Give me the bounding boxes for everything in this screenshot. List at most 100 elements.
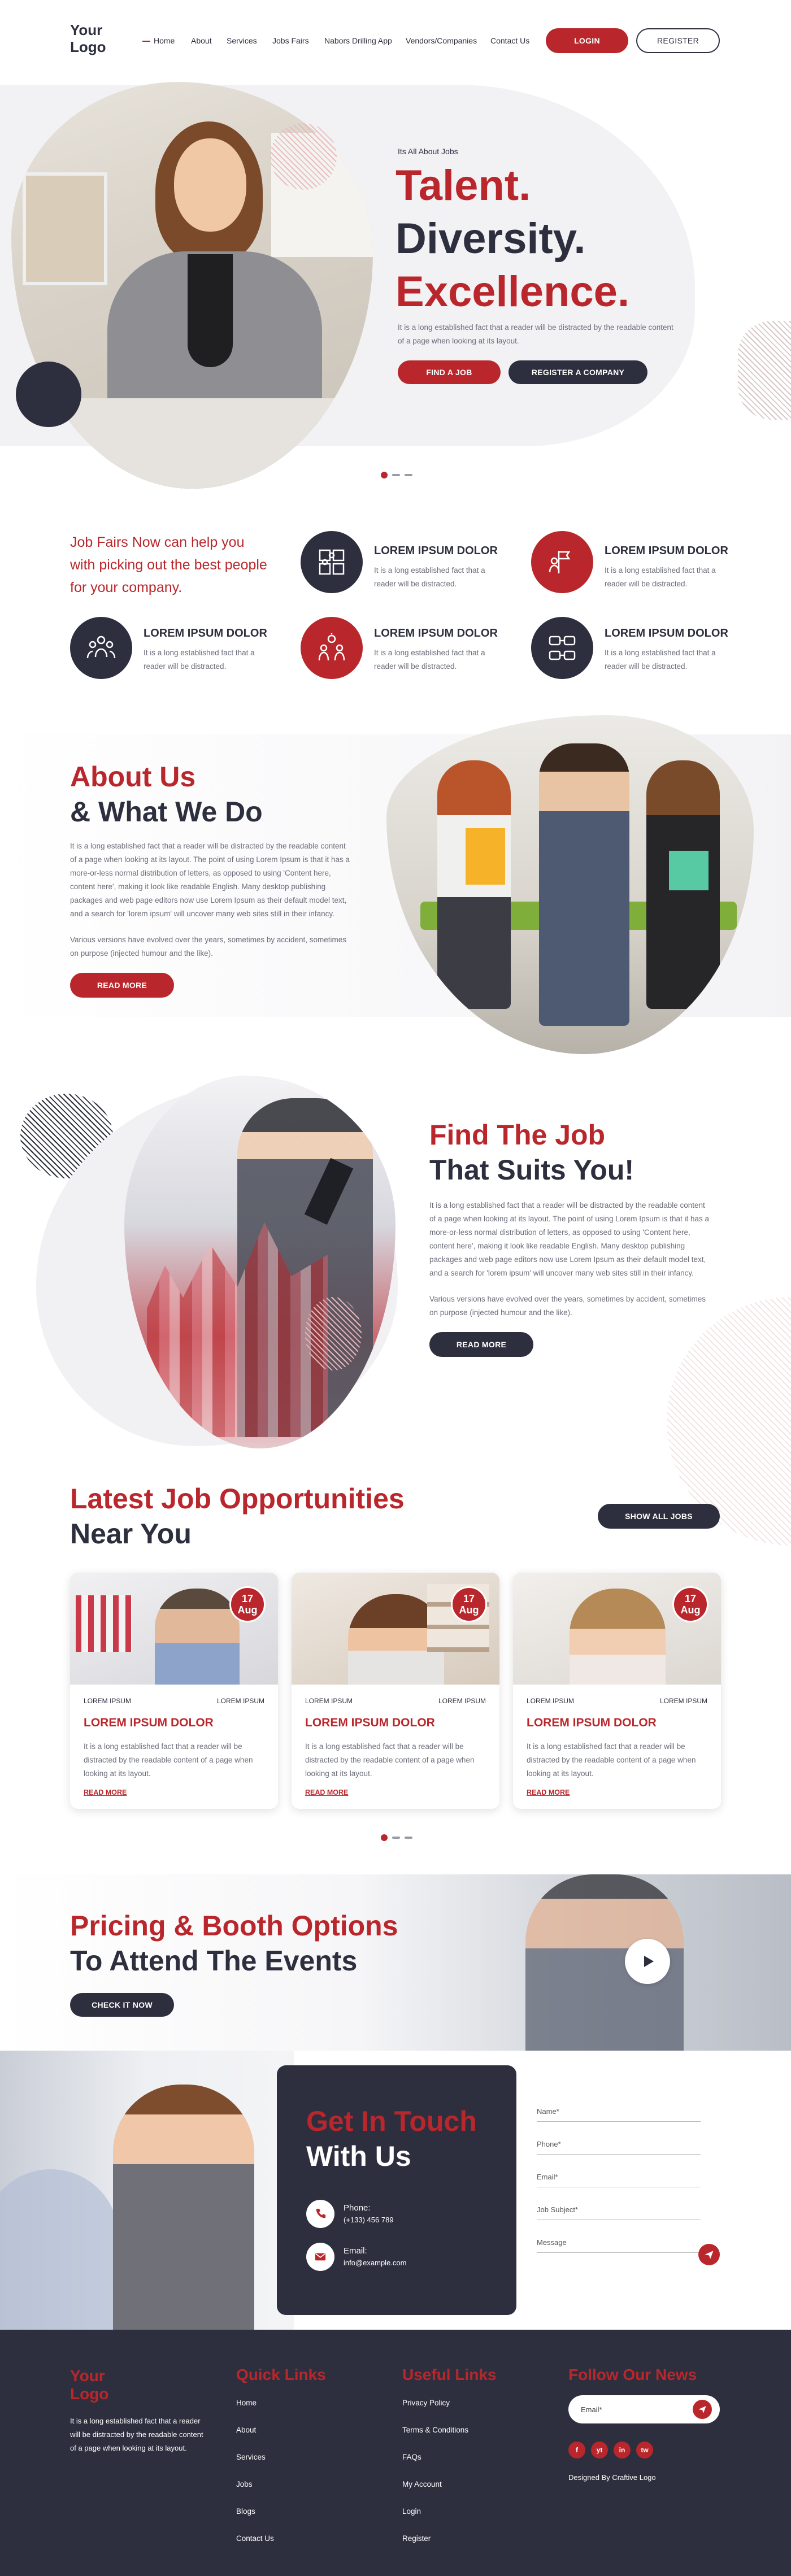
name-field[interactable]: Name* xyxy=(537,2107,701,2122)
find-read-more-button[interactable]: READ MORE xyxy=(429,1332,533,1357)
nav-contact[interactable]: Contact Us xyxy=(490,36,529,45)
nav-about[interactable]: About xyxy=(191,36,212,45)
dot[interactable] xyxy=(405,473,412,476)
job-card[interactable]: 17 Aug LOREM IPSUM LOREM IPSUM LOREM IPSU… xyxy=(292,1573,499,1809)
job-title: LOREM IPSUM DOLOR xyxy=(84,1716,214,1729)
footer-link-faqs[interactable]: FAQs xyxy=(402,2453,421,2461)
footer-credit: Designed By Craftive Logo xyxy=(568,2473,656,2482)
pricing-title1: Pricing & Booth Options xyxy=(70,1910,398,1942)
register-button[interactable]: REGISTER xyxy=(636,28,720,53)
footer-link-account[interactable]: My Account xyxy=(402,2480,442,2488)
twitter-icon[interactable]: tw xyxy=(636,2442,653,2458)
pricing-title2: To Attend The Events xyxy=(70,1945,358,1977)
message-field[interactable]: Message xyxy=(537,2238,701,2253)
feature-4-title: LOREM IPSUM DOLOR xyxy=(374,627,498,639)
nav-services[interactable]: Services xyxy=(227,36,257,45)
contact-send-button[interactable] xyxy=(698,2244,720,2265)
contact-photo xyxy=(0,2051,294,2333)
feature-5-text: It is a long established fact that a rea… xyxy=(605,649,716,671)
job-meta-left: LOREM IPSUM xyxy=(527,1697,575,1705)
footer-link-terms[interactable]: Terms & Conditions xyxy=(402,2426,468,2434)
job-read-more-link[interactable]: READ MORE xyxy=(527,1789,570,1796)
email-value[interactable]: info@example.com xyxy=(344,2259,406,2267)
footer-link-contact[interactable]: Contact Us xyxy=(236,2534,274,2543)
feature-1-title: LOREM IPSUM DOLOR xyxy=(374,545,498,557)
logo[interactable]: Your Logo xyxy=(70,21,106,55)
hero-slider-dots[interactable] xyxy=(381,470,417,480)
footer-link-blogs[interactable]: Blogs xyxy=(236,2507,255,2516)
nav-job-fairs[interactable]: Jobs Fairs xyxy=(272,36,309,45)
job-card[interactable]: 17 Aug LOREM IPSUM LOREM IPSUM LOREM IPSU… xyxy=(70,1573,278,1809)
about-read-more-button[interactable]: READ MORE xyxy=(70,973,174,998)
footer-link-services[interactable]: Services xyxy=(236,2453,266,2461)
dot-active[interactable] xyxy=(381,1834,388,1841)
play-button[interactable] xyxy=(625,1939,670,1984)
linkedin-icon[interactable]: in xyxy=(614,2442,631,2458)
footer-link-login[interactable]: Login xyxy=(402,2507,421,2516)
phone-field[interactable]: Phone* xyxy=(537,2140,701,2155)
useful-links-title: Useful Links xyxy=(402,2366,497,2383)
nav-drilling-app[interactable]: Nabors Drilling App xyxy=(324,36,392,45)
dot[interactable] xyxy=(405,1836,412,1839)
hero-text: It is a long established fact that a rea… xyxy=(398,323,673,345)
job-date-badge: 17 Aug xyxy=(672,1586,709,1622)
nav-home[interactable]: Home xyxy=(154,36,175,45)
job-text: It is a long established fact that a rea… xyxy=(527,1742,696,1778)
login-button[interactable]: LOGIN xyxy=(546,28,628,53)
job-card[interactable]: 17 Aug LOREM IPSUM LOREM IPSUM LOREM IPSU… xyxy=(513,1573,721,1809)
show-all-jobs-button[interactable]: SHOW ALL JOBS xyxy=(598,1504,720,1529)
feature-5-title: LOREM IPSUM DOLOR xyxy=(605,627,728,639)
job-title: LOREM IPSUM DOLOR xyxy=(305,1716,435,1729)
hero-stripe-circle xyxy=(270,123,337,190)
team-icon xyxy=(70,617,132,679)
send-icon xyxy=(698,2406,706,2413)
photo-folder-green xyxy=(669,851,709,890)
feature-2-text: It is a long established fact that a rea… xyxy=(605,566,716,588)
phone-icon xyxy=(306,2200,334,2228)
job-meta-left: LOREM IPSUM xyxy=(84,1697,132,1705)
find-photo xyxy=(124,1076,395,1448)
hero-line1: Talent. xyxy=(395,162,531,210)
photo-folder xyxy=(466,828,505,885)
newsletter-email-placeholder: Email* xyxy=(581,2405,602,2414)
hero-dark-circle xyxy=(16,362,81,427)
contact-title1: Get In Touch xyxy=(306,2105,477,2137)
find-job-button[interactable]: FIND A JOB xyxy=(398,360,501,384)
job-meta-right: LOREM IPSUM xyxy=(438,1697,486,1705)
job-day: 17 xyxy=(241,1593,254,1604)
jobs-title2: Near You xyxy=(70,1518,192,1550)
check-it-now-button[interactable]: CHECK IT NOW xyxy=(70,1993,174,2017)
hero-eyebrow: Its All About Jobs xyxy=(398,147,458,156)
register-company-button[interactable]: REGISTER A COMPANY xyxy=(508,360,647,384)
job-read-more-link[interactable]: READ MORE xyxy=(305,1789,348,1796)
send-icon xyxy=(705,2251,714,2259)
youtube-icon[interactable]: yt xyxy=(591,2442,608,2458)
footer-link-jobs[interactable]: Jobs xyxy=(236,2480,253,2488)
footer-link-register[interactable]: Register xyxy=(402,2534,431,2543)
find-paragraph-1: It is a long established fact that a rea… xyxy=(429,1201,710,1277)
footer-link-about[interactable]: About xyxy=(236,2426,256,2434)
footer-link-privacy[interactable]: Privacy Policy xyxy=(402,2399,450,2407)
newsletter-send-button[interactable] xyxy=(693,2400,712,2419)
email-field[interactable]: Email* xyxy=(537,2173,701,2187)
facebook-icon[interactable]: f xyxy=(568,2442,585,2458)
find-title2: That Suits You! xyxy=(429,1154,634,1186)
job-subject-field[interactable]: Job Subject* xyxy=(537,2205,701,2220)
about-paragraph-2: Various versions have evolved over the y… xyxy=(70,935,346,958)
contact-card xyxy=(277,2065,516,2315)
nav-vendors[interactable]: Vendors/Companies xyxy=(406,36,477,45)
dot[interactable] xyxy=(392,473,400,476)
footer-link-home[interactable]: Home xyxy=(236,2399,257,2407)
footer-logo-line2: Logo xyxy=(70,2385,109,2403)
jobs-title1: Latest Job Opportunities xyxy=(70,1483,405,1515)
photo-person-left xyxy=(437,760,511,1009)
dot-active[interactable] xyxy=(381,471,388,478)
dot[interactable] xyxy=(392,1836,400,1839)
photo-woman-glasses xyxy=(570,1589,666,1685)
job-read-more-link[interactable]: READ MORE xyxy=(84,1789,127,1796)
jobs-slider-dots[interactable] xyxy=(381,1833,417,1843)
phone-value[interactable]: (+133) 456 789 xyxy=(344,2216,394,2224)
email-icon xyxy=(306,2243,334,2271)
phone-label: Phone: xyxy=(344,2203,371,2213)
footer-logo[interactable]: Your Logo xyxy=(70,2367,108,2403)
